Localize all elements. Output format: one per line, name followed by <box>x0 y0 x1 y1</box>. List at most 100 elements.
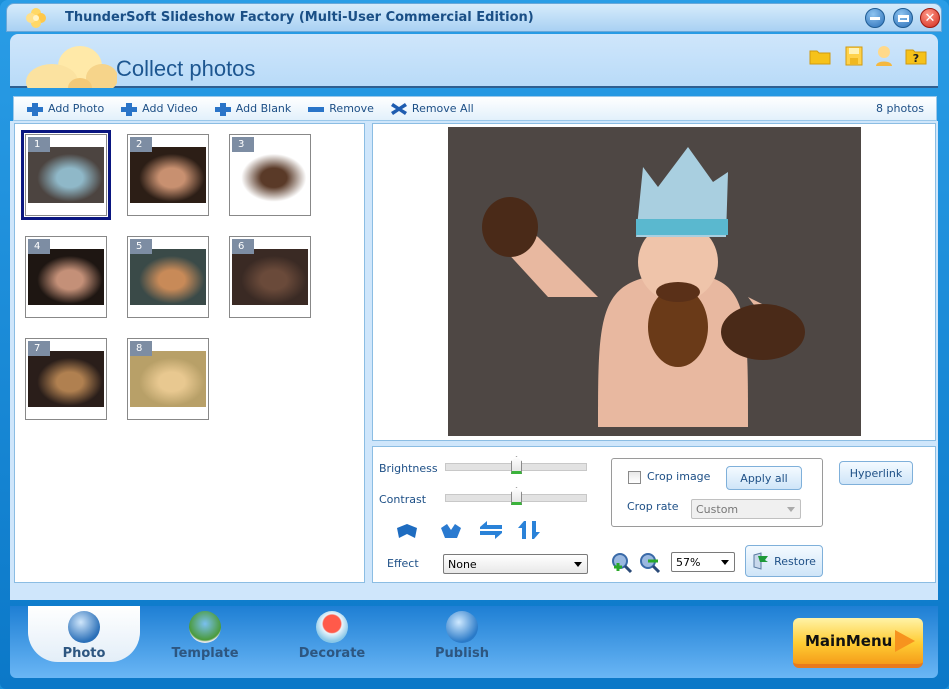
tab-publish[interactable]: Publish <box>412 606 512 662</box>
zoom-out-icon[interactable] <box>639 552 661 574</box>
crop-image-checkbox[interactable] <box>628 471 641 484</box>
crop-group: Crop image Apply all Crop rate Custom <box>611 458 823 527</box>
template-tab-icon <box>189 611 221 643</box>
photo-toolbar: Add Photo Add Video Add Blank Remove Rem… <box>13 96 937 121</box>
brightness-slider-knob[interactable] <box>511 456 522 474</box>
thumbnail-number: 6 <box>232 239 254 254</box>
add-photo-button[interactable]: Add Photo <box>26 102 104 116</box>
remove-all-button[interactable]: Remove All <box>390 102 474 116</box>
close-button[interactable]: ✕ <box>920 8 940 28</box>
thumbnail-item[interactable]: 6 <box>229 236 311 318</box>
page-header: Collect photos ? <box>10 34 938 88</box>
app-logo-icon <box>26 8 46 28</box>
tab-photo[interactable]: Photo <box>28 606 140 662</box>
save-project-button[interactable] <box>842 44 866 68</box>
brightness-label: Brightness <box>379 462 438 475</box>
thumbnail-number: 5 <box>130 239 152 254</box>
add-video-button[interactable]: Add Video <box>120 102 198 116</box>
add-video-icon <box>121 102 138 116</box>
thumbnail-image <box>130 351 206 407</box>
brightness-slider[interactable] <box>445 456 587 474</box>
crop-rate-value: Custom <box>696 503 739 516</box>
crop-image-label: Crop image <box>647 470 711 483</box>
help-button[interactable]: ? <box>904 44 928 68</box>
zoom-level-dropdown[interactable]: 57% <box>671 552 735 572</box>
remove-all-label: Remove All <box>411 102 474 115</box>
thumbnail-item[interactable]: 3 <box>229 134 311 216</box>
maximize-icon <box>897 14 909 22</box>
thumbnail-image <box>28 147 104 203</box>
thumbnail-number: 2 <box>130 137 152 152</box>
thumbnail-image <box>130 147 206 203</box>
clover-logo-icon <box>26 46 117 88</box>
add-photo-label: Add Photo <box>48 102 105 115</box>
thumbnail-item[interactable]: 4 <box>25 236 107 318</box>
open-project-button[interactable] <box>808 44 832 68</box>
add-video-label: Add Video <box>142 102 198 115</box>
crop-rate-dropdown[interactable]: Custom <box>691 499 801 519</box>
add-photo-icon <box>27 102 43 116</box>
user-icon <box>876 46 892 66</box>
effect-dropdown[interactable]: None <box>443 554 588 574</box>
effect-label: Effect <box>387 557 419 570</box>
maximize-button[interactable] <box>893 8 913 28</box>
thumbnail-item[interactable]: 8 <box>127 338 209 420</box>
remove-button[interactable]: Remove <box>307 102 374 116</box>
hyperlink-button[interactable]: Hyperlink <box>839 461 913 485</box>
remove-label: Remove <box>329 102 374 115</box>
contrast-slider[interactable] <box>445 487 587 505</box>
app-window: ThunderSoft Slideshow Factory (Multi-Use… <box>0 0 949 689</box>
remove-all-icon <box>390 102 407 115</box>
flip-vertical-icon[interactable] <box>517 520 541 540</box>
thumbnail-item[interactable]: 7 <box>25 338 107 420</box>
tab-photo-label: Photo <box>62 646 106 661</box>
tab-template[interactable]: Template <box>155 606 255 662</box>
restore-icon <box>753 552 769 570</box>
add-blank-icon <box>214 102 231 116</box>
main-menu-label: MainMenu <box>805 632 893 650</box>
thumbnail-number: 1 <box>28 137 50 152</box>
add-blank-label: Add Blank <box>235 102 292 115</box>
thumbnail-item[interactable]: 5 <box>127 236 209 318</box>
crop-rate-label: Crop rate <box>627 500 679 513</box>
svg-text:?: ? <box>913 52 919 65</box>
apply-all-button[interactable]: Apply all <box>726 466 802 490</box>
minimize-icon <box>870 16 880 20</box>
user-button[interactable] <box>872 44 896 68</box>
chevron-down-icon <box>787 507 795 512</box>
contrast-slider-knob[interactable] <box>511 487 522 505</box>
window-title: ThunderSoft Slideshow Factory (Multi-Use… <box>65 10 534 25</box>
thumbnail-item[interactable]: 2 <box>127 134 209 216</box>
photo-preview <box>372 123 936 441</box>
photo-edit-panel: Brightness Contrast Effect None Crop ima… <box>372 446 936 583</box>
thumbnail-image <box>232 249 308 305</box>
thumbnail-list: 1 2 3 4 5 6 7 8 <box>14 123 365 583</box>
thumbnail-item[interactable]: 1 <box>21 130 111 220</box>
tab-decorate[interactable]: Decorate <box>282 606 382 662</box>
thumbnail-number: 7 <box>28 341 50 356</box>
thumbnail-image <box>232 147 308 203</box>
restore-button[interactable]: Restore <box>745 545 823 577</box>
photo-count: 8 photos <box>876 102 924 115</box>
play-arrow-icon <box>895 630 915 652</box>
hyperlink-label: Hyperlink <box>849 466 903 480</box>
flip-horizontal-icon[interactable] <box>479 520 503 540</box>
main-menu-button[interactable]: MainMenu <box>793 618 923 668</box>
tab-decorate-label: Decorate <box>298 646 366 661</box>
chevron-down-icon <box>574 562 582 567</box>
tab-publish-label: Publish <box>435 646 489 661</box>
rotate-right-icon[interactable] <box>439 520 463 540</box>
decorate-tab-icon <box>316 611 348 643</box>
add-blank-button[interactable]: Add Blank <box>214 102 291 116</box>
chevron-down-icon <box>721 560 729 565</box>
restore-label: Restore <box>774 554 816 568</box>
open-folder-icon <box>809 50 831 65</box>
rotate-left-icon[interactable] <box>395 520 419 540</box>
page-title: Collect photos <box>116 56 256 81</box>
tab-template-label: Template <box>171 646 239 661</box>
thumbnail-number: 3 <box>232 137 254 152</box>
thumbnail-image <box>130 249 206 305</box>
minimize-button[interactable] <box>865 8 885 28</box>
zoom-in-icon[interactable] <box>611 552 633 574</box>
preview-image <box>448 127 861 436</box>
